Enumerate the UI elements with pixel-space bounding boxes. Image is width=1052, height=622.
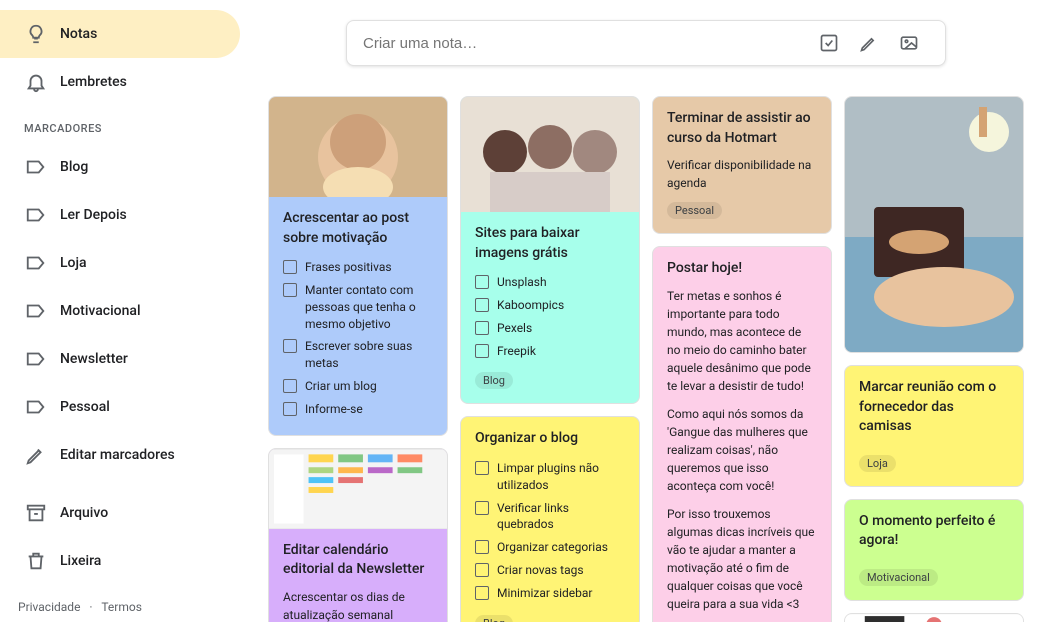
nav-trash[interactable]: Lixeira — [0, 537, 240, 585]
card-text: Ter metas e sonhos é importante para tod… — [667, 287, 817, 613]
card-tag[interactable]: Blog — [475, 615, 513, 622]
footer-links: Privacidade · Termos — [18, 600, 142, 614]
label-icon — [12, 204, 60, 226]
list-item[interactable]: Limpar plugins não utilizados — [475, 457, 625, 497]
image-icon[interactable] — [889, 33, 929, 53]
note-card[interactable]: Marcar reunião com o fornecedor das cami… — [844, 365, 1024, 487]
trash-icon — [12, 550, 60, 572]
note-card[interactable]: Editar calendário editorial da Newslette… — [268, 448, 448, 622]
edit-labels-text: Editar marcadores — [60, 447, 175, 463]
card-image — [269, 97, 447, 197]
list-item[interactable]: Minimizar sidebar — [475, 582, 625, 605]
sidebar: Notas Lembretes MARCADORES Blog Ler Depo… — [0, 0, 240, 622]
list-item[interactable]: Organizar categorias — [475, 536, 625, 559]
label-text: Motivacional — [60, 303, 141, 319]
label-icon — [12, 156, 60, 178]
card-title: Editar calendário editorial da Newslette… — [283, 541, 433, 580]
note-card[interactable]: Sites para baixar imagens grátis Unsplas… — [460, 96, 640, 404]
card-text: Acrescentar os dias de atualização seman… — [283, 588, 433, 622]
checklist: Unsplash Kaboompics Pexels Freepik — [475, 271, 625, 362]
label-text: Blog — [60, 159, 88, 175]
label-text: Ler Depois — [60, 207, 127, 223]
list-item[interactable]: Freepik — [475, 340, 625, 363]
card-tag[interactable]: Blog — [475, 372, 513, 389]
edit-labels[interactable]: Editar marcadores — [0, 431, 240, 479]
list-item[interactable]: Verificar links quebrados — [475, 497, 625, 537]
card-image — [845, 97, 1023, 352]
card-image — [461, 97, 639, 212]
list-item[interactable]: Unsplash — [475, 271, 625, 294]
nav-label: Notas — [60, 26, 97, 42]
checklist: Limpar plugins não utilizados Verificar … — [475, 457, 625, 605]
card-title: Terminar de assistir ao curso da Hotmart — [667, 109, 817, 148]
list-item[interactable]: Informe-se — [283, 398, 433, 421]
list-item[interactable]: Kaboompics — [475, 294, 625, 317]
create-note-bar[interactable] — [346, 20, 946, 66]
label-text: Newsletter — [60, 351, 128, 367]
label-ler-depois[interactable]: Ler Depois — [0, 191, 240, 239]
card-title: Postar hoje! — [667, 259, 817, 279]
card-image — [845, 614, 1023, 622]
card-text: Verificar disponibilidade na agenda — [667, 156, 817, 192]
checklist-icon[interactable] — [809, 33, 849, 53]
card-tag[interactable]: Motivacional — [859, 569, 938, 586]
nav-label: Lembretes — [60, 74, 127, 90]
note-card[interactable]: O momento perfeito é agora! Motivacional — [844, 499, 1024, 601]
nav-reminders[interactable]: Lembretes — [0, 58, 240, 106]
nav-label: Arquivo — [60, 505, 108, 521]
section-labels-header: MARCADORES — [0, 106, 240, 143]
nav-label: Lixeira — [60, 553, 101, 569]
checklist: Frases positivas Manter contato com pess… — [283, 256, 433, 420]
label-motivacional[interactable]: Motivacional — [0, 287, 240, 335]
label-newsletter[interactable]: Newsletter — [0, 335, 240, 383]
note-card[interactable]: Terminar de assistir ao curso da Hotmart… — [652, 96, 832, 234]
lightbulb-icon — [12, 23, 60, 45]
list-item[interactable]: Pexels — [475, 317, 625, 340]
label-pessoal[interactable]: Pessoal — [0, 383, 240, 431]
card-tag[interactable]: Pessoal — [667, 202, 722, 219]
privacy-link[interactable]: Privacidade — [18, 600, 80, 614]
card-title: Marcar reunião com o fornecedor das cami… — [859, 378, 1009, 437]
label-icon — [12, 348, 60, 370]
main-area: Acrescentar ao post sobre motivação Fras… — [240, 0, 1052, 622]
label-blog[interactable]: Blog — [0, 143, 240, 191]
label-icon — [12, 396, 60, 418]
card-title: O momento perfeito é agora! — [859, 512, 1009, 551]
note-card[interactable] — [844, 613, 1024, 622]
label-icon — [12, 252, 60, 274]
list-item[interactable]: Criar novas tags — [475, 559, 625, 582]
draw-icon[interactable] — [849, 33, 889, 53]
bell-icon — [12, 71, 60, 93]
create-note-input[interactable] — [363, 35, 809, 52]
label-loja[interactable]: Loja — [0, 239, 240, 287]
card-title: Acrescentar ao post sobre motivação — [283, 209, 433, 248]
note-card[interactable] — [844, 96, 1024, 353]
pencil-icon — [12, 444, 60, 466]
archive-icon — [12, 502, 60, 524]
card-title: Organizar o blog — [475, 429, 625, 449]
list-item[interactable]: Frases positivas — [283, 256, 433, 279]
list-item[interactable]: Escrever sobre suas metas — [283, 335, 433, 375]
note-card[interactable]: Postar hoje! Ter metas e sonhos é import… — [652, 246, 832, 622]
list-item[interactable]: Manter contato com pessoas que tenha o m… — [283, 279, 433, 335]
list-item[interactable]: Criar um blog — [283, 375, 433, 398]
card-image — [269, 449, 447, 529]
label-text: Loja — [60, 255, 87, 271]
nav-notes[interactable]: Notas — [0, 10, 240, 58]
terms-link[interactable]: Termos — [101, 600, 142, 614]
note-card[interactable]: Acrescentar ao post sobre motivação Fras… — [268, 96, 448, 436]
label-icon — [12, 300, 60, 322]
card-tag[interactable]: Loja — [859, 455, 896, 472]
notes-grid: Acrescentar ao post sobre motivação Fras… — [280, 96, 1012, 622]
note-card[interactable]: Organizar o blog Limpar plugins não util… — [460, 416, 640, 622]
label-text: Pessoal — [60, 399, 110, 415]
nav-archive[interactable]: Arquivo — [0, 489, 240, 537]
card-title: Sites para baixar imagens grátis — [475, 224, 625, 263]
separator: · — [89, 600, 92, 614]
